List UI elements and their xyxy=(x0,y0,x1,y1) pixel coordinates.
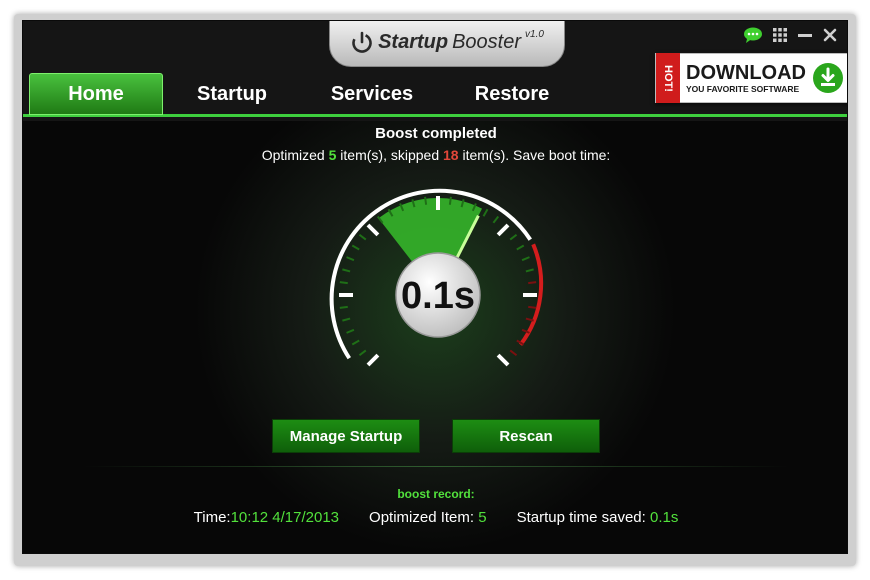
manage-startup-button[interactable]: Manage Startup xyxy=(272,419,420,453)
download-title: DOWNLOAD xyxy=(686,61,806,84)
home-panel: Boost completed Optimized 5 item(s), ski… xyxy=(23,121,847,553)
gauge-tick xyxy=(528,305,537,309)
gauge-tick xyxy=(358,349,367,357)
boost-record-title: boost record: xyxy=(397,487,475,501)
gauge-tick xyxy=(351,244,360,251)
gauge-value: 0.1s xyxy=(401,275,475,317)
status-summary: Optimized 5 item(s), skipped 18 item(s).… xyxy=(23,147,847,163)
chat-icon[interactable] xyxy=(743,27,763,48)
minimize-icon[interactable] xyxy=(797,28,813,47)
title-bar: Startup Booster v1.0 xyxy=(329,21,565,67)
gauge-tick xyxy=(516,244,525,251)
record-time: Time:10:12 4/17/2013 xyxy=(194,509,339,526)
gauge-tick xyxy=(358,233,367,241)
app-title-sub: Booster xyxy=(452,30,522,53)
gauge-tick xyxy=(496,223,510,237)
hot-label: HOT! xyxy=(656,53,680,103)
tab-services[interactable]: Services xyxy=(305,73,439,115)
app-version: v1.0 xyxy=(525,28,544,40)
download-text: DOWNLOAD YOU FAVORITE SOFTWARE xyxy=(680,63,806,94)
gauge-tick xyxy=(339,281,348,285)
gauge-tick xyxy=(346,256,355,262)
gauge-tick xyxy=(496,353,510,367)
gauge-tick xyxy=(492,215,500,224)
download-subtitle: YOU FAVORITE SOFTWARE xyxy=(686,83,800,94)
status-prefix: Optimized xyxy=(261,147,329,163)
record-optimized: Optimized Item: 5 xyxy=(369,509,487,526)
status-middle: item(s), skipped xyxy=(336,147,443,163)
gauge-tick xyxy=(521,256,530,262)
gauge-tick xyxy=(342,317,351,322)
gauge-tick xyxy=(448,196,452,205)
gauge-tick xyxy=(351,339,360,346)
record-optimized-label: Optimized Item: xyxy=(369,509,479,526)
tab-home[interactable]: Home xyxy=(29,73,163,115)
record-time-label: Time: xyxy=(193,509,231,526)
boost-record: Time:10:12 4/17/2013 Optimized Item: 5 S… xyxy=(23,509,847,526)
rescan-button[interactable]: Rescan xyxy=(452,419,600,453)
close-icon[interactable] xyxy=(823,28,837,47)
status-headline: Boost completed xyxy=(375,125,497,142)
app-title: Startup xyxy=(378,30,449,53)
gauge-tick xyxy=(509,233,518,241)
record-saved-label: Startup time saved: xyxy=(516,509,650,526)
download-icon xyxy=(812,63,843,93)
gauge-tick xyxy=(366,223,380,237)
gauge-tick xyxy=(346,328,355,334)
gauge-tick xyxy=(525,317,534,322)
record-time-value: 10:12 4/17/2013 xyxy=(230,509,340,526)
record-saved: Startup time saved: 0.1s xyxy=(517,509,679,526)
grid-icon[interactable] xyxy=(773,28,787,47)
gauge-tick xyxy=(424,196,428,205)
record-saved-value: 0.1s xyxy=(649,509,679,526)
app-window: Startup Booster v1.0 Home Startup Servic… xyxy=(22,20,848,554)
tab-startup[interactable]: Startup xyxy=(165,73,299,115)
divider xyxy=(83,466,789,467)
gauge-tick xyxy=(366,353,380,367)
gauge-tick xyxy=(509,349,518,357)
skipped-count: 18 xyxy=(443,147,459,163)
window-controls xyxy=(743,27,837,48)
boot-time-gauge: 0.1s xyxy=(329,188,544,367)
gauge-tick xyxy=(339,305,348,309)
gauge-tick xyxy=(482,208,489,217)
gauge-tick xyxy=(342,268,351,273)
power-icon xyxy=(352,31,372,53)
tab-restore[interactable]: Restore xyxy=(445,73,579,115)
gauge-tick xyxy=(528,281,537,285)
download-badge[interactable]: HOT! DOWNLOAD YOU FAVORITE SOFTWARE xyxy=(655,53,847,103)
status-suffix: item(s). Save boot time: xyxy=(458,147,611,163)
gauge-tick xyxy=(525,268,534,273)
record-optimized-value: 5 xyxy=(478,509,487,526)
